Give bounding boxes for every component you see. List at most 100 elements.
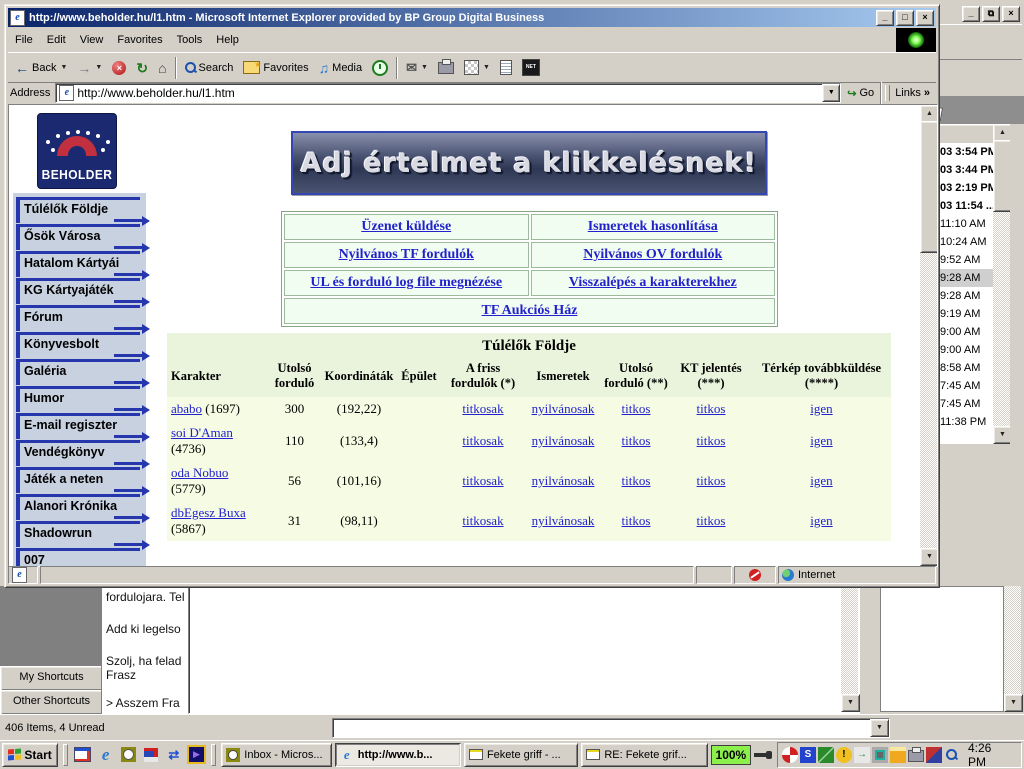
- knowledge-link[interactable]: nyilvánosak: [532, 433, 595, 448]
- drag-grip[interactable]: [885, 85, 890, 101]
- menu-favorites[interactable]: Favorites: [110, 31, 169, 49]
- kt-report-link[interactable]: titkos: [697, 433, 726, 448]
- menu-file[interactable]: File: [8, 31, 40, 49]
- list-item[interactable]: 8:58 AM: [938, 359, 993, 377]
- link-ul-log-file[interactable]: UL és forduló log file megnézése: [310, 275, 502, 290]
- tray-messenger-icon[interactable]: !: [836, 747, 852, 763]
- outlook-close-button[interactable]: ×: [1002, 6, 1020, 22]
- list-item[interactable]: 7:45 AM: [938, 395, 993, 413]
- sidebar-item-osok-varosa[interactable]: Ősök Városa: [16, 224, 140, 250]
- list-item[interactable]: 7:45 AM: [938, 377, 993, 395]
- menu-edit[interactable]: Edit: [40, 31, 73, 49]
- page-scrollbar[interactable]: ▲ ▼: [920, 105, 937, 566]
- fresh-turns-link[interactable]: titkosak: [462, 473, 503, 488]
- edit-button[interactable]: ▼: [459, 55, 495, 81]
- scroll-down-button[interactable]: ▼: [1004, 694, 1023, 712]
- beholder-logo[interactable]: BEHOLDER: [37, 113, 117, 189]
- scrollbar-thumb[interactable]: [920, 121, 938, 253]
- sidebar-item-forum[interactable]: Fórum: [16, 305, 140, 331]
- tray-network-cable-icon[interactable]: [818, 747, 834, 763]
- map-forward-link[interactable]: igen: [810, 433, 832, 448]
- links-bar[interactable]: Links »: [880, 82, 934, 104]
- go-button[interactable]: ↪ Go: [841, 87, 880, 100]
- tray-s-icon[interactable]: S: [800, 747, 816, 763]
- menu-tools[interactable]: Tools: [170, 31, 210, 49]
- map-forward-link[interactable]: igen: [810, 513, 832, 528]
- other-shortcuts-button[interactable]: Other Shortcuts: [0, 690, 103, 715]
- list-item[interactable]: 9:00 AM: [938, 323, 993, 341]
- link-ismeretek-hasonlitasa[interactable]: Ismeretek hasonlítása: [588, 219, 718, 234]
- sidebar-item-email-regiszter[interactable]: E-mail regiszter: [16, 413, 140, 439]
- list-item[interactable]: 11:38 PM: [938, 413, 993, 431]
- drag-grip[interactable]: [211, 744, 216, 766]
- favorites-button[interactable]: Favorites: [238, 55, 313, 81]
- ie-titlebar[interactable]: e http://www.beholder.hu/l1.htm - Micros…: [8, 8, 936, 27]
- sidebar-item-007[interactable]: 007: [16, 548, 140, 567]
- menu-help[interactable]: Help: [209, 31, 246, 49]
- close-button[interactable]: ×: [916, 10, 934, 26]
- list-item[interactable]: 03 3:44 PM: [938, 161, 993, 179]
- tray-window-icon[interactable]: [890, 747, 906, 763]
- quicklaunch-floppy-icon[interactable]: [141, 745, 161, 765]
- quicklaunch-ie-icon[interactable]: e: [96, 745, 116, 765]
- knowledge-link[interactable]: nyilvánosak: [532, 401, 595, 416]
- fresh-turns-link[interactable]: titkosak: [462, 401, 503, 416]
- fresh-turns-link[interactable]: titkosak: [462, 513, 503, 528]
- quicklaunch-sync-icon[interactable]: ⇄: [164, 745, 184, 765]
- media-button[interactable]: ♫ Media: [314, 55, 367, 81]
- net-button[interactable]: NET: [517, 55, 545, 81]
- list-item[interactable]: 9:28 AM: [938, 287, 993, 305]
- my-shortcuts-button[interactable]: My Shortcuts: [0, 666, 103, 691]
- drag-grip[interactable]: [63, 744, 68, 766]
- dropdown-arrow-icon[interactable]: ▼: [870, 719, 889, 737]
- fresh-turns-link[interactable]: titkosak: [462, 433, 503, 448]
- address-dropdown-button[interactable]: ▼: [822, 84, 840, 102]
- stop-button[interactable]: ×: [107, 55, 131, 81]
- sidebar-item-hatalom-kartyai[interactable]: Hatalom Kártyái: [16, 251, 140, 277]
- back-button[interactable]: ← Back ▼: [10, 55, 72, 81]
- knowledge-link[interactable]: nyilvánosak: [532, 473, 595, 488]
- tray-update-arrow-icon[interactable]: →: [854, 747, 870, 763]
- link-visszalepes[interactable]: Visszalépés a karakterekhez: [569, 275, 737, 290]
- task-browser-active[interactable]: e http://www.b...: [335, 743, 461, 767]
- list-item[interactable]: 9:00 AM: [938, 341, 993, 359]
- minimize-button[interactable]: _: [876, 10, 894, 26]
- link-nyilvanos-tf-fordulok[interactable]: Nyilvános TF fordulók: [339, 247, 474, 262]
- start-button[interactable]: Start: [2, 743, 58, 767]
- outlook-list-scrollbar[interactable]: ▲ ▼: [993, 124, 1010, 444]
- kt-report-link[interactable]: titkos: [697, 401, 726, 416]
- link-nyilvanos-ov-fordulok[interactable]: Nyilvános OV fordulók: [583, 247, 722, 262]
- last-turn-link[interactable]: titkos: [622, 473, 651, 488]
- address-input[interactable]: [77, 86, 822, 100]
- banner[interactable]: Adj értelmet a klikkelésnek!: [291, 131, 767, 195]
- tray-monitor-icon[interactable]: [872, 747, 888, 763]
- sidebar-item-kg-kartyajatek[interactable]: KG Kártyajáték: [16, 278, 140, 304]
- tray-printer-icon[interactable]: [908, 747, 924, 763]
- task-mail-2[interactable]: RE: Fekete grif...: [581, 743, 707, 767]
- character-link[interactable]: soi D'Aman: [171, 425, 233, 440]
- search-button[interactable]: Search: [180, 55, 239, 81]
- link-uzenet-kuldese[interactable]: Üzenet küldése: [361, 219, 451, 234]
- edit-dropdown-icon[interactable]: ▼: [483, 64, 490, 71]
- link-tf-aukcios-haz[interactable]: TF Aukciós Ház: [482, 303, 578, 318]
- maximize-button[interactable]: □: [896, 10, 914, 26]
- character-link[interactable]: dbEgesz Buxa: [171, 505, 246, 520]
- history-button[interactable]: [367, 55, 393, 81]
- sidebar-item-konyvesbolt[interactable]: Könyvesbolt: [16, 332, 140, 358]
- tray-magnifier-icon[interactable]: [944, 747, 960, 763]
- tray-fan-icon[interactable]: [782, 747, 798, 763]
- last-turn-link[interactable]: titkos: [622, 513, 651, 528]
- sidebar-item-alanori-kronika[interactable]: Alanori Krónika: [16, 494, 140, 520]
- links-chevron-icon[interactable]: »: [924, 87, 930, 99]
- sidebar-item-jatek-a-neten[interactable]: Játék a neten: [16, 467, 140, 493]
- mail-button[interactable]: ✉ ▼: [401, 55, 433, 81]
- character-link[interactable]: ababo: [171, 401, 202, 416]
- list-item[interactable]: 10:24 AM: [938, 233, 993, 251]
- quicklaunch-mail-icon[interactable]: [73, 745, 93, 765]
- quicklaunch-media-player-icon[interactable]: ▶: [187, 745, 207, 765]
- task-mail-1[interactable]: Fekete griff - ...: [464, 743, 578, 767]
- knowledge-link[interactable]: nyilvánosak: [532, 513, 595, 528]
- kt-report-link[interactable]: titkos: [697, 473, 726, 488]
- character-link[interactable]: oda Nobuo: [171, 465, 228, 480]
- sidebar-item-galeria[interactable]: Galéria: [16, 359, 140, 385]
